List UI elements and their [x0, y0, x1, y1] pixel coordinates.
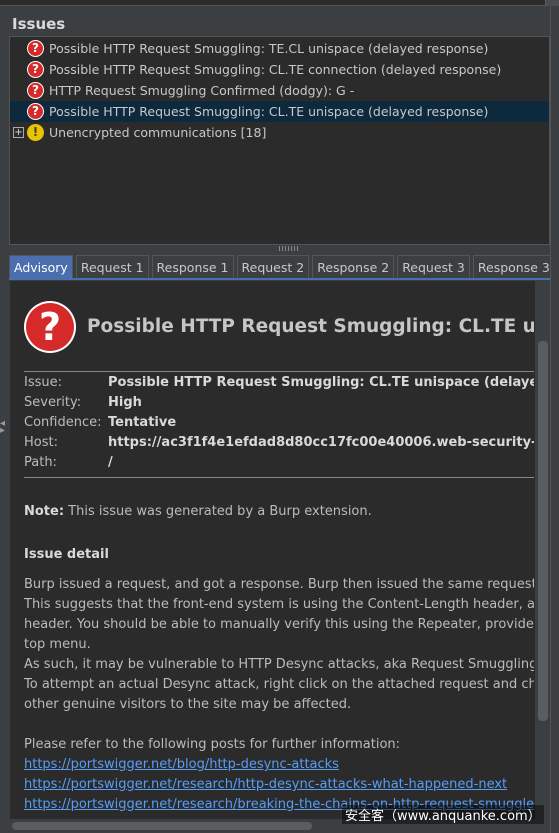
- detail-line: other genuine visitors to the site may b…: [24, 697, 352, 712]
- reference-link[interactable]: https://portswigger.net/research/http-de…: [24, 777, 507, 792]
- tab-response-1[interactable]: Response 1: [151, 255, 234, 278]
- question-icon: ?: [27, 61, 44, 78]
- issue-label: Unencrypted communications [18]: [49, 125, 267, 140]
- meta-confidence: Confidence: Tentative: [24, 415, 534, 435]
- refer-text: Please refer to the following posts for …: [24, 737, 401, 752]
- watermark-text: 安全客（www.anquanke.com）: [342, 805, 544, 824]
- expand-plus-icon[interactable]: +: [13, 127, 24, 138]
- issue-item[interactable]: ? Possible HTTP Request Smuggling: CL.TE…: [10, 59, 549, 80]
- meta-value: Tentative: [108, 415, 177, 430]
- detail-tabs: Advisory Request 1 Response 1 Request 2 …: [9, 255, 558, 279]
- scrollbar-thumb[interactable]: [12, 822, 312, 830]
- issue-label: Possible HTTP Request Smuggling: CL.TE c…: [49, 62, 502, 77]
- tab-underline: [9, 278, 550, 280]
- meta-key: Confidence:: [24, 415, 102, 430]
- meta-issue: Issue: Possible HTTP Request Smuggling: …: [24, 375, 534, 395]
- detail-line: Burp issued a request, and got a respons…: [24, 577, 534, 592]
- issues-title: Issues: [12, 15, 66, 33]
- detail-line: top menu.: [24, 637, 91, 652]
- note-text: Note: This issue was generated by a Burp…: [24, 504, 372, 519]
- panel-splitter[interactable]: [0, 246, 559, 252]
- tab-response-2[interactable]: Response 2: [312, 255, 395, 278]
- detail-line: header. You should be able to manually v…: [24, 617, 534, 632]
- meta-severity: Severity: High: [24, 395, 534, 415]
- detail-line: As such, it may be vulnerable to HTTP De…: [24, 657, 534, 672]
- warning-icon: !: [27, 124, 44, 141]
- right-border: [550, 6, 559, 833]
- issue-label: HTTP Request Smuggling Confirmed (dodgy)…: [49, 83, 355, 98]
- meta-key: Host:: [24, 435, 58, 450]
- issue-label: Possible HTTP Request Smuggling: TE.CL u…: [49, 41, 489, 56]
- detail-line: To attempt an actual Desync attack, righ…: [24, 677, 534, 692]
- severity-question-icon: ?: [24, 301, 76, 353]
- vertical-scrollbar[interactable]: [534, 281, 550, 819]
- meta-value: https://ac3f1f4e1efdad8d80cc17fc00e40006…: [108, 435, 534, 450]
- question-icon: ?: [27, 40, 44, 57]
- meta-key: Path:: [24, 455, 57, 470]
- tab-request-1[interactable]: Request 1: [75, 255, 149, 278]
- question-icon: ?: [27, 103, 44, 120]
- meta-key: Issue:: [24, 375, 62, 390]
- issues-list: ? Possible HTTP Request Smuggling: TE.CL…: [9, 36, 550, 245]
- meta-value: Possible HTTP Request Smuggling: CL.TE u…: [108, 375, 534, 390]
- meta-value: /: [108, 455, 113, 470]
- reference-link[interactable]: https://portswigger.net/blog/http-desync…: [24, 757, 339, 772]
- scrollbar-thumb[interactable]: [538, 341, 548, 721]
- tab-response-3[interactable]: Response 3: [472, 255, 555, 278]
- issue-item[interactable]: + ! Unencrypted communications [18]: [10, 122, 549, 143]
- tab-request-2[interactable]: Request 2: [236, 255, 310, 278]
- issue-detail-heading: Issue detail: [24, 547, 109, 562]
- detail-line: This suggests that the front-end system …: [24, 597, 534, 612]
- issues-panel: Issues ? Possible HTTP Request Smuggling…: [0, 6, 559, 246]
- divider: [24, 477, 534, 478]
- advisory-title: Possible HTTP Request Smuggling: CL.TE u…: [87, 316, 534, 337]
- issue-label: Possible HTTP Request Smuggling: CL.TE u…: [49, 104, 489, 119]
- tab-request-3[interactable]: Request 3: [397, 255, 470, 278]
- question-icon: ?: [27, 82, 44, 99]
- meta-path: Path: /: [24, 455, 534, 475]
- advisory-content: ? Possible HTTP Request Smuggling: CL.TE…: [10, 281, 534, 819]
- issue-item[interactable]: ? Possible HTTP Request Smuggling: TE.CL…: [10, 38, 549, 59]
- splitter-grip-icon[interactable]: [279, 246, 299, 251]
- divider: [24, 371, 534, 372]
- issue-item-selected[interactable]: ? Possible HTTP Request Smuggling: CL.TE…: [10, 101, 549, 122]
- meta-host: Host: https://ac3f1f4e1efdad8d80cc17fc00…: [24, 435, 534, 455]
- issue-item[interactable]: ? HTTP Request Smuggling Confirmed (dodg…: [10, 80, 549, 101]
- meta-value: High: [108, 395, 142, 410]
- collapse-arrows-icon[interactable]: ◂ ▸: [0, 419, 8, 436]
- meta-key: Severity:: [24, 395, 82, 410]
- tab-advisory[interactable]: Advisory: [9, 255, 73, 278]
